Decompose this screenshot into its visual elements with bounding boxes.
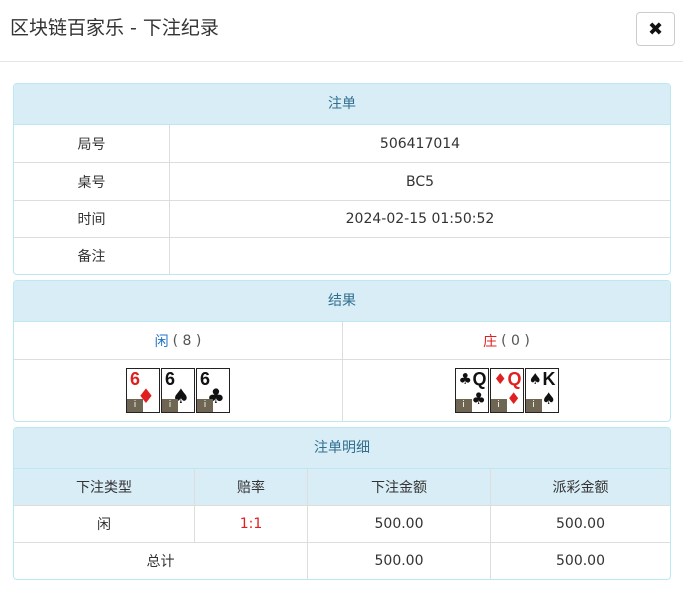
card-tag: i	[162, 399, 178, 412]
spade-icon: ♠	[541, 389, 556, 408]
close-icon: ✖	[647, 18, 664, 40]
order-row-round: 局号 506417014	[14, 125, 670, 163]
bet-type: 闲	[97, 517, 111, 533]
total-bet: 500.00	[307, 543, 490, 579]
player-name: 闲	[154, 333, 169, 350]
spade-icon: ♠	[528, 370, 542, 388]
time-value: 2024-02-15 01:50:52	[169, 201, 670, 237]
banker-card-2: ♦ Q ♦ i	[489, 368, 524, 413]
banker-cards: ♣ Q ♣ i ♦ Q ♦ i ♠ K ♠ i	[342, 360, 670, 421]
diamond-icon: ♦	[506, 389, 521, 408]
player-score: 闲 ( 8 )	[14, 322, 342, 359]
col-odds: 赔率	[194, 469, 307, 505]
banker-score: 庄 ( 0 )	[342, 322, 670, 359]
player-score-value: ( 8 )	[172, 332, 202, 349]
player-card-3: 6 ♣ i	[196, 368, 230, 413]
payout-amount: 500.00	[490, 506, 670, 542]
order-row-time: 时间 2024-02-15 01:50:52	[14, 201, 670, 238]
remark-value	[169, 238, 670, 274]
table-row: 闲 1:1 500.00 500.00	[14, 506, 670, 543]
modal-title: 区块链百家乐 - 下注纪录	[10, 17, 219, 39]
card-tag: i	[127, 399, 143, 412]
club-icon: ♣	[458, 370, 472, 388]
total-payout: 500.00	[490, 543, 670, 579]
player-card-2: 6 ♠ i	[161, 368, 195, 413]
round-value: 506417014	[169, 125, 670, 162]
player-card-1: 6 ♦ i	[126, 368, 160, 413]
order-panel: 注单 局号 506417014 桌号 BC5 时间 2024-02-15 01:…	[13, 83, 671, 275]
diamond-icon: ♦	[493, 370, 507, 388]
table-value: BC5	[169, 163, 670, 200]
banker-name: 庄	[483, 333, 498, 350]
modal-header: 区块链百家乐 - 下注纪录 ✖	[0, 0, 683, 62]
banker-card-1: ♣ Q ♣ i	[454, 368, 489, 413]
card-tag: i	[455, 399, 472, 412]
close-button[interactable]: ✖	[636, 12, 675, 46]
remark-label: 备注	[77, 249, 106, 265]
col-bet-type: 下注类型	[76, 480, 132, 496]
order-panel-heading: 注单	[14, 84, 670, 125]
banker-score-value: ( 0 )	[501, 332, 530, 349]
card-tag: i	[197, 399, 213, 412]
card-tag: i	[525, 399, 542, 412]
bet-amount: 500.00	[307, 506, 490, 542]
detail-header-row: 下注类型 赔率 下注金额 派彩金额	[14, 469, 670, 506]
club-icon: ♣	[471, 389, 486, 408]
time-label: 时间	[77, 212, 106, 228]
total-row: 总计 500.00 500.00	[14, 543, 670, 579]
detail-panel: 注单明细 下注类型 赔率 下注金额 派彩金额 闲 1:1 500.00 500.…	[13, 427, 671, 580]
player-cards: 6 ♦ i 6 ♠ i 6 ♣ i	[14, 360, 342, 421]
order-row-remark: 备注	[14, 238, 670, 274]
odds: 1:1	[194, 506, 307, 542]
total-label: 总计	[146, 554, 175, 570]
col-bet-amount: 下注金额	[307, 469, 490, 505]
result-cards-row: 6 ♦ i 6 ♠ i 6 ♣ i ♣ Q ♣ i ♦ Q ♦ i ♠ K ♠ …	[14, 360, 670, 421]
round-label: 局号	[77, 136, 106, 153]
detail-panel-heading: 注单明细	[14, 428, 670, 469]
result-score-row: 闲 ( 8 ) 庄 ( 0 )	[14, 322, 670, 360]
col-payout: 派彩金额	[490, 469, 670, 505]
result-panel: 结果 闲 ( 8 ) 庄 ( 0 ) 6 ♦ i 6 ♠ i 6 ♣ i ♣ Q…	[13, 280, 671, 422]
banker-card-3: ♠ K ♠ i	[524, 368, 559, 413]
order-row-table: 桌号 BC5	[14, 163, 670, 201]
result-panel-heading: 结果	[14, 281, 670, 322]
card-tag: i	[490, 399, 507, 412]
table-label: 桌号	[77, 174, 106, 191]
